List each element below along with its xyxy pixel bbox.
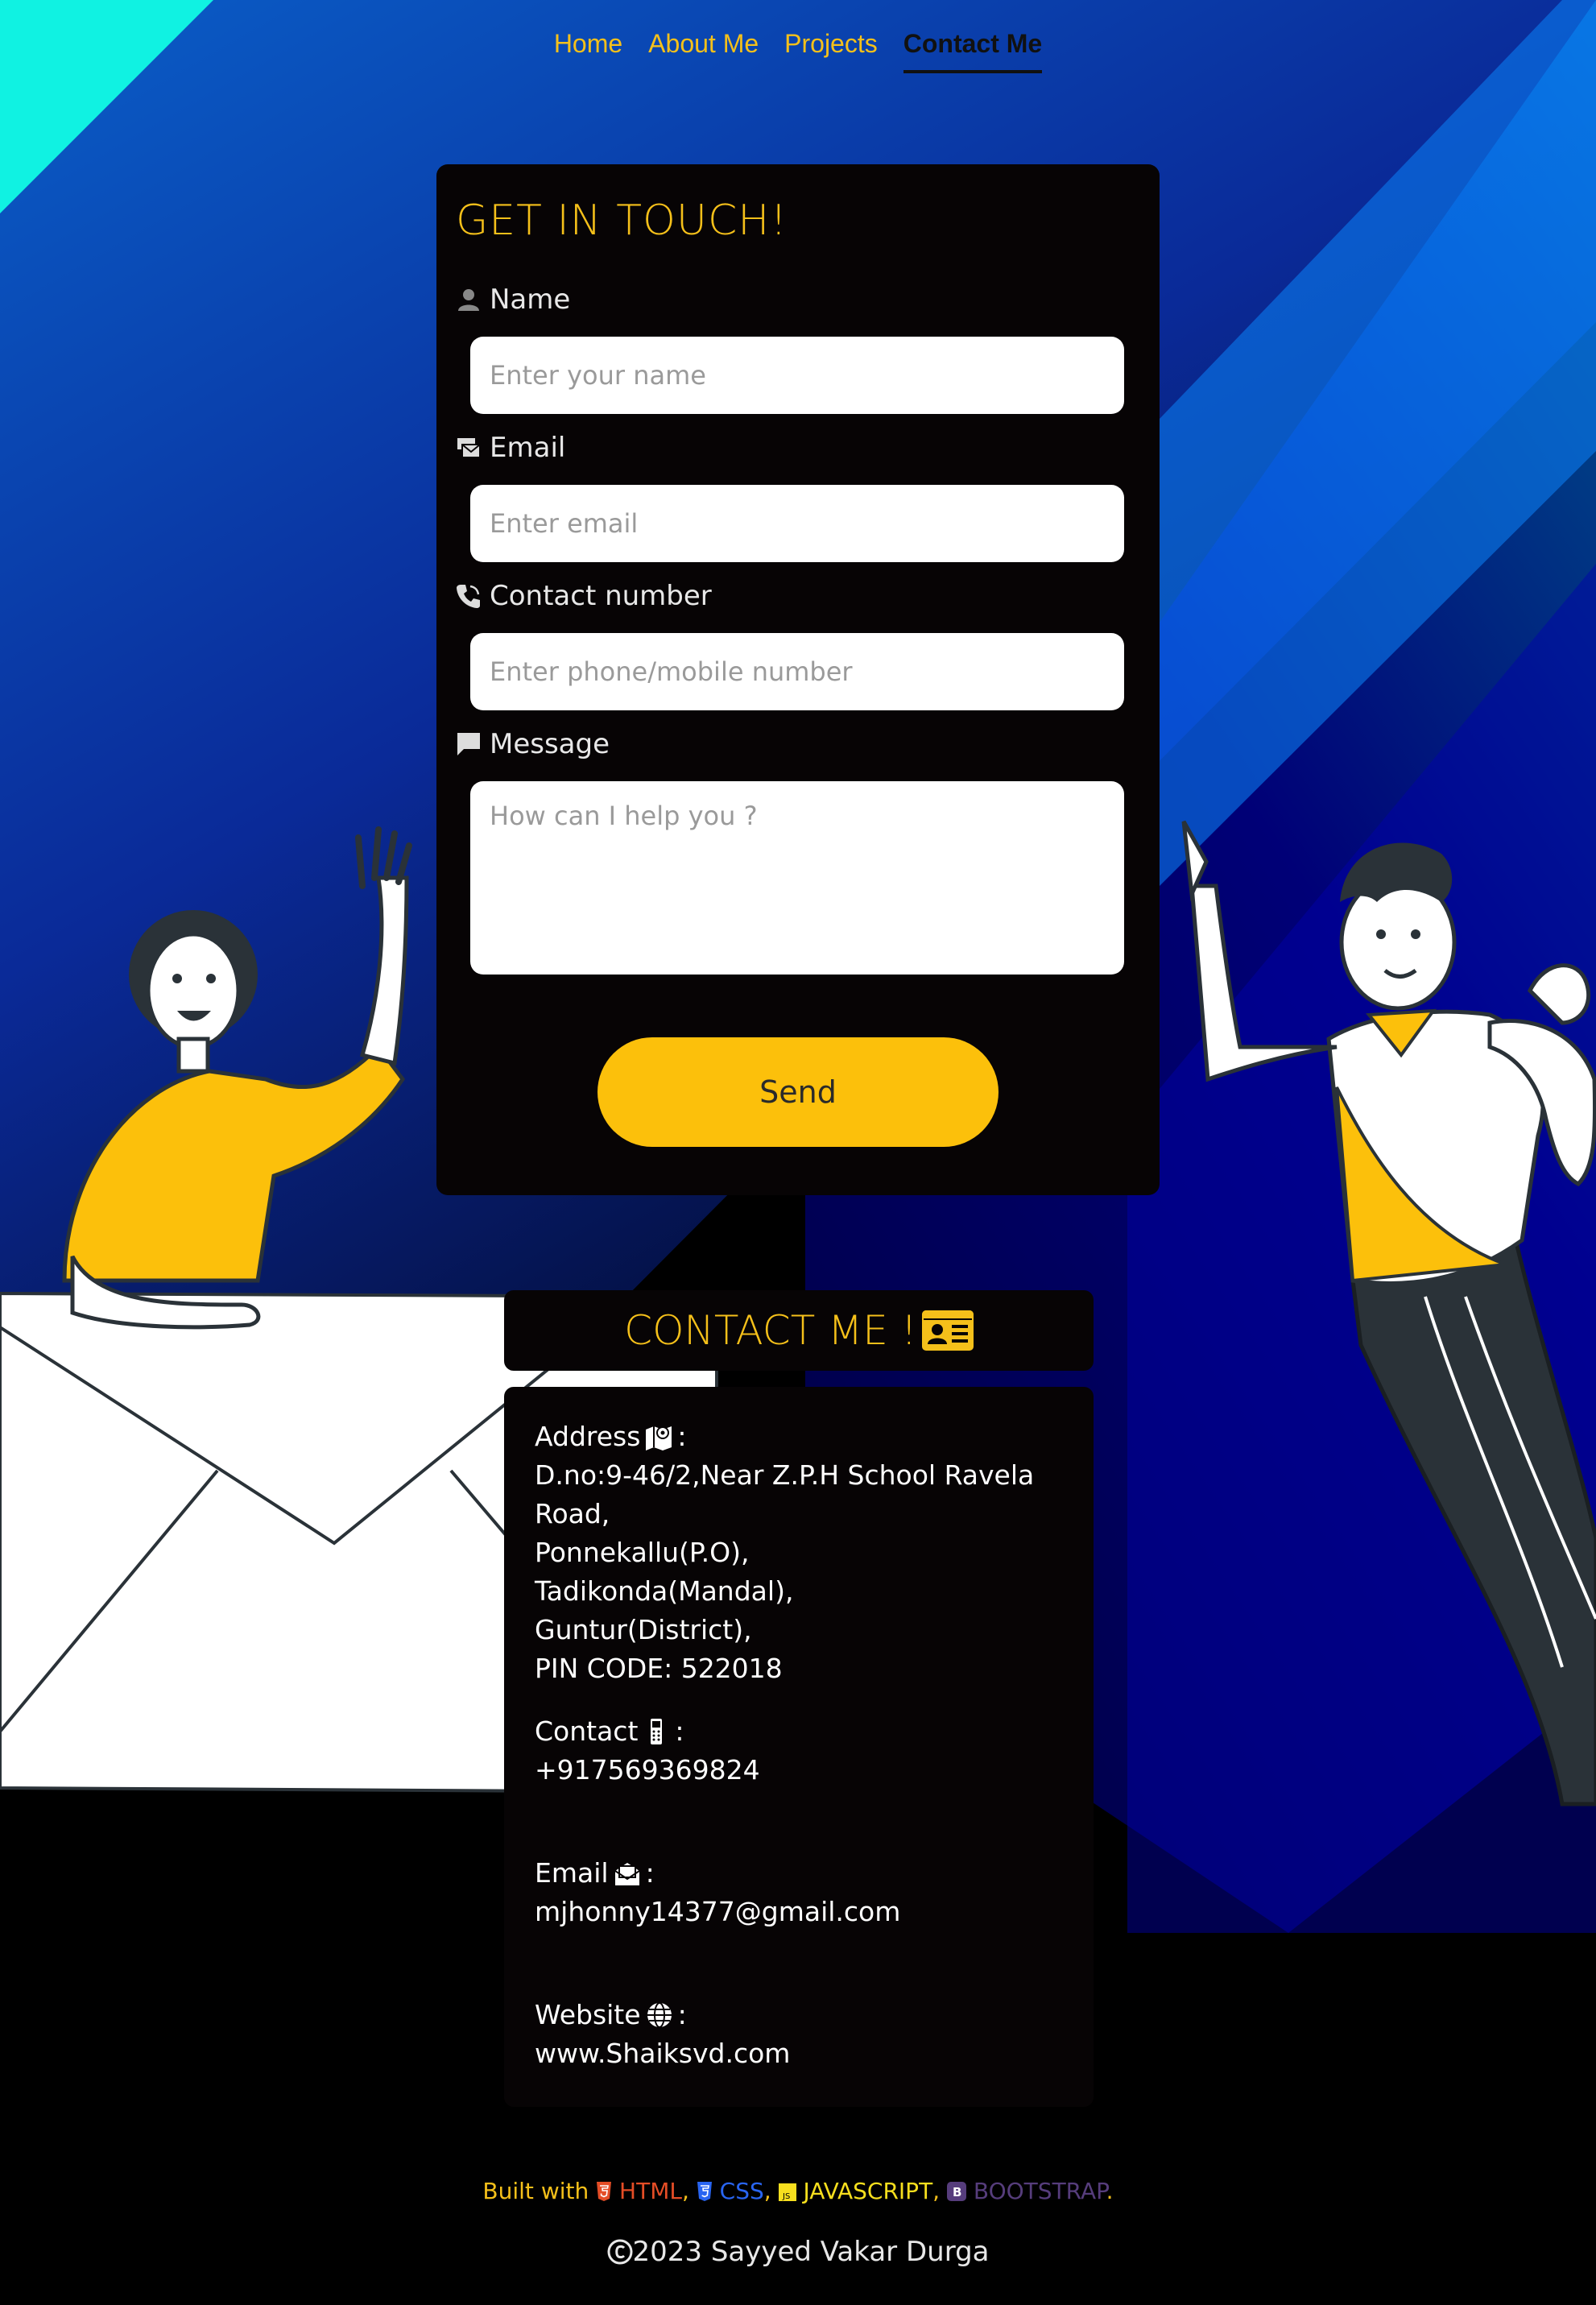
address-colon: :: [677, 1421, 687, 1452]
address-block: Address : D.no:9-46/2,Near Z.P.H School …: [535, 1417, 1094, 1688]
address-line: PIN CODE: 522018: [535, 1653, 783, 1684]
tech-javascript: JAVASCRIPT: [803, 2178, 933, 2204]
copyright-icon: [607, 2239, 632, 2265]
contact-me-title: CONTACT ME !: [624, 1307, 917, 1354]
mobile-phone-icon: [651, 1719, 663, 1744]
nav-home[interactable]: Home: [554, 29, 622, 73]
javascript-icon: JS: [778, 2183, 796, 2201]
email-block-label: Email: [535, 1857, 609, 1889]
website-colon: :: [677, 1999, 687, 2030]
tech-bootstrap: BOOTSTRAP: [973, 2178, 1106, 2204]
nav-contact-me[interactable]: Contact Me: [903, 29, 1043, 73]
contact-label: Contact number: [490, 580, 712, 612]
website-value[interactable]: www.Shaiksvd.com: [535, 2034, 790, 2073]
phone-colon: :: [675, 1715, 684, 1747]
contact-label-row: Contact number: [456, 580, 712, 612]
phone-volume-icon: [457, 585, 480, 608]
email-input[interactable]: [470, 485, 1124, 562]
address-line: D.no:9-46/2,Near Z.P.H School Ravela Roa…: [535, 1459, 1035, 1529]
nav-about-me[interactable]: About Me: [648, 29, 759, 73]
email-colon: :: [645, 1857, 655, 1889]
message-textarea[interactable]: [470, 781, 1124, 975]
nav-projects[interactable]: Projects: [784, 29, 878, 73]
built-with-line: Built with HTML, CSS, JS JAVASCRIPT, B B…: [482, 2178, 1114, 2204]
svg-text:B: B: [953, 2185, 961, 2199]
tech-css: CSS: [719, 2178, 764, 2204]
built-with-text: Built with: [482, 2178, 589, 2204]
phone-label: Contact: [535, 1715, 639, 1747]
html5-icon: [597, 2182, 612, 2201]
man-illustration: [1181, 820, 1596, 1806]
css3-icon: [697, 2182, 712, 2201]
copyright: 2023 Sayyed Vakar Durga: [0, 2236, 1596, 2268]
phone-value[interactable]: +917569369824: [535, 1751, 760, 1790]
form-title: GET IN TOUCH!: [456, 197, 788, 245]
top-nav: Home About Me Projects Contact Me: [0, 29, 1596, 73]
email-label-row: Email: [456, 432, 565, 464]
envelope-open-icon: [614, 1863, 640, 1885]
id-card-icon: [921, 1310, 974, 1351]
address-label: Address: [535, 1421, 641, 1452]
name-label: Name: [490, 283, 571, 316]
address-line: Tadikonda(Mandal),: [535, 1575, 794, 1607]
website-block: Website : www.Shaiksvd.com: [535, 1996, 790, 2073]
globe-icon: [647, 2002, 672, 2028]
tech-html: HTML: [619, 2178, 682, 2204]
message-label: Message: [490, 728, 610, 760]
message-label-row: Message: [456, 728, 610, 760]
contact-me-header: CONTACT ME !: [504, 1290, 1094, 1371]
email-block: Email : mjhonny14377@gmail.com: [535, 1854, 900, 1931]
user-icon: [458, 289, 479, 311]
comment-icon: [457, 733, 480, 755]
send-button[interactable]: Send: [597, 1037, 999, 1147]
address-line: Guntur(District),: [535, 1614, 752, 1645]
website-label: Website: [535, 1999, 641, 2030]
map-location-icon: [646, 1426, 672, 1450]
copyright-text: 2023 Sayyed Vakar Durga: [632, 2236, 990, 2268]
email-value[interactable]: mjhonny14377@gmail.com: [535, 1893, 900, 1931]
contact-number-input[interactable]: [470, 633, 1124, 710]
contact-form-card: GET IN TOUCH! Name Email Contact number …: [436, 164, 1160, 1195]
mail-bulk-icon: [457, 438, 481, 458]
name-input[interactable]: [470, 337, 1124, 414]
address-line: Ponnekallu(P.O),: [535, 1537, 750, 1568]
svg-text:JS: JS: [782, 2192, 790, 2201]
name-label-row: Name: [456, 283, 570, 316]
phone-block: Contact : +917569369824: [535, 1712, 760, 1790]
bootstrap-icon: B: [946, 2182, 966, 2201]
contact-details-card: Address : D.no:9-46/2,Near Z.P.H School …: [504, 1387, 1094, 2107]
email-label: Email: [490, 432, 566, 464]
